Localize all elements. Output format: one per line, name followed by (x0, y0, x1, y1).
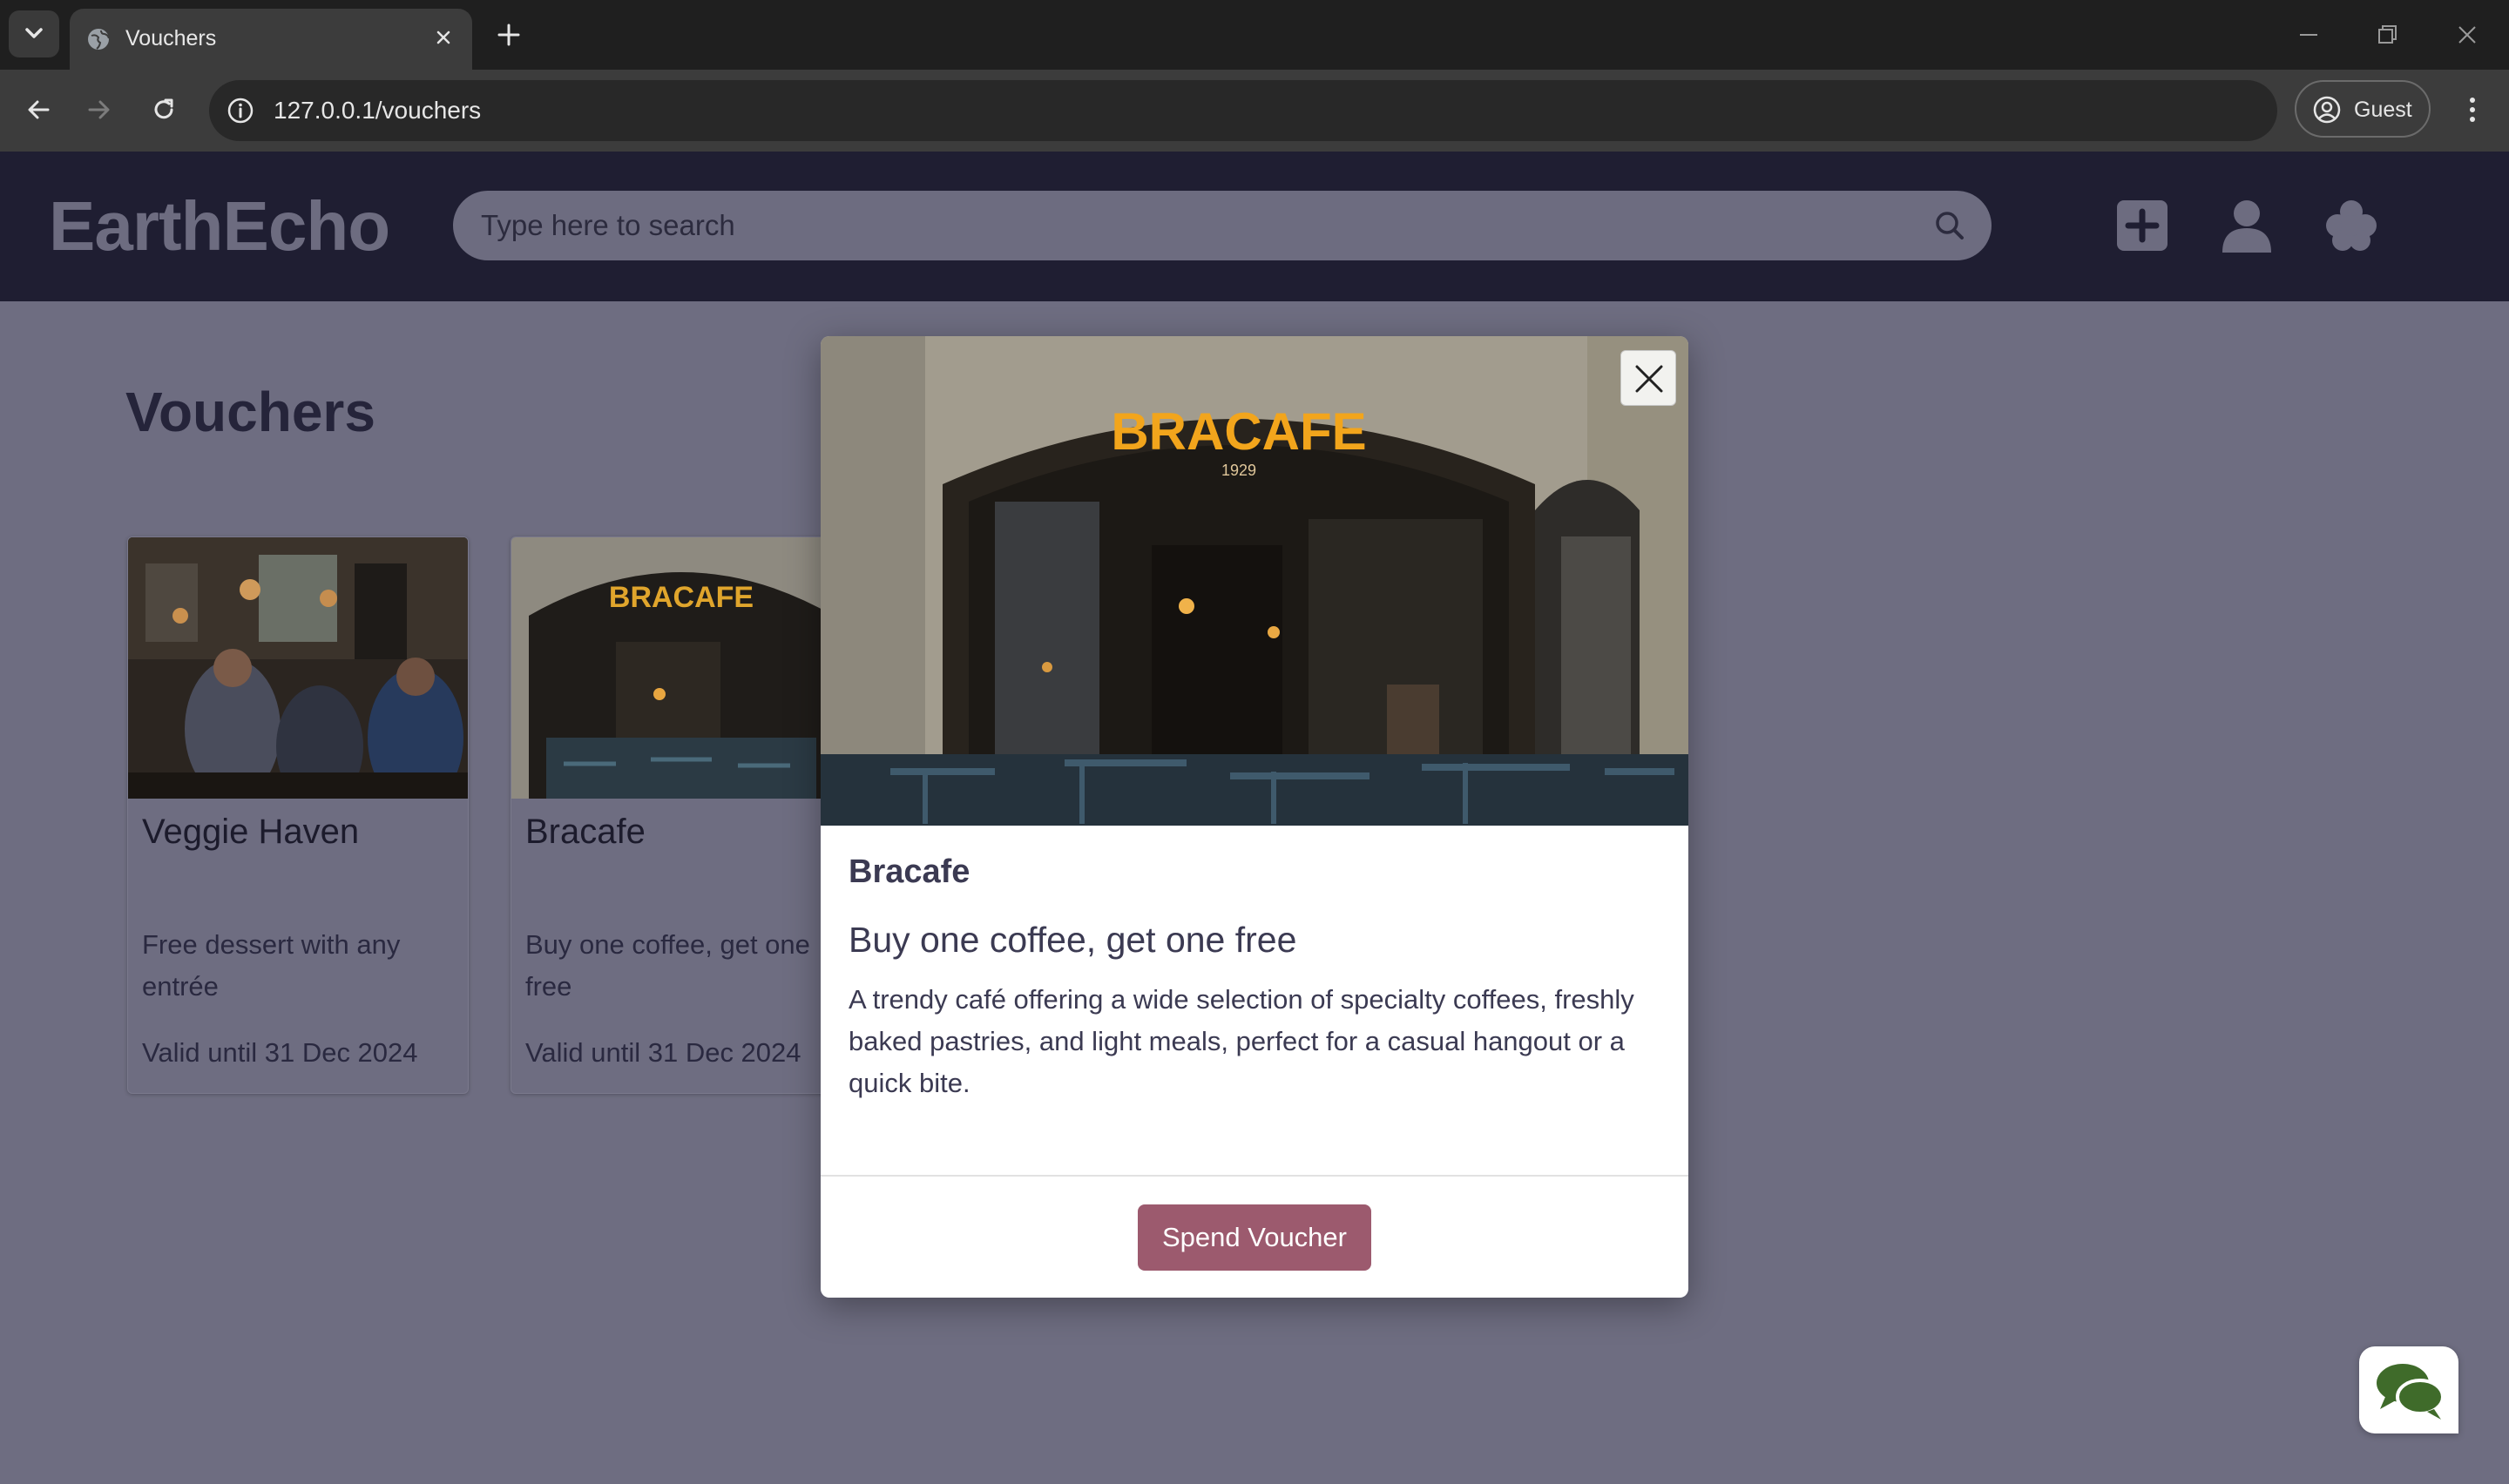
restore-icon[interactable] (2370, 17, 2404, 52)
minimize-icon[interactable] (2291, 17, 2326, 52)
cafe-sign-year: 1929 (1221, 462, 1256, 479)
voucher-card[interactable]: BRACAFE Bracafe Buy one coffee, get one … (511, 536, 852, 1094)
profile-icon (2313, 96, 2341, 124)
chat-icon (2377, 1364, 2445, 1420)
reload-icon[interactable] (146, 92, 181, 127)
search-input[interactable] (481, 191, 1875, 260)
spend-voucher-button[interactable]: Spend Voucher (1138, 1204, 1371, 1271)
card-offer: Free dessert with any entrée (142, 929, 401, 1002)
close-tab-icon[interactable] (430, 24, 456, 51)
search-icon[interactable] (1932, 208, 1967, 243)
close-window-icon[interactable] (2450, 17, 2485, 52)
browser-menu-icon[interactable] (2455, 92, 2490, 127)
browser-toolbar: 127.0.0.1/vouchers Guest (0, 70, 2509, 152)
voucher-card[interactable]: Veggie Haven Free dessert with any entré… (127, 536, 469, 1094)
chat-button[interactable] (2359, 1346, 2458, 1433)
forward-arrow-icon[interactable] (82, 92, 117, 127)
site-info-icon[interactable] (225, 95, 256, 126)
close-icon (1635, 365, 1663, 393)
address-bar[interactable]: 127.0.0.1/vouchers (209, 80, 2277, 141)
cafe-storefront-photo: BRACAFE 1929 (821, 336, 1688, 826)
card-offer: Buy one coffee, get one free (525, 929, 810, 1002)
profile-button[interactable]: Guest (2295, 80, 2431, 138)
chevron-down-icon (25, 28, 43, 38)
modal-title: Bracafe (849, 853, 970, 890)
globe-icon (88, 29, 110, 50)
modal-description: A trendy café offering a wide selection … (849, 984, 1634, 1098)
close-button[interactable] (1620, 350, 1676, 406)
browser-tab-strip: Vouchers (0, 0, 2509, 70)
voucher-modal: BRACAFE 1929 Bracafe Buy one coffee, get… (821, 336, 1688, 1298)
brand-logo[interactable]: EarthEcho (49, 186, 390, 266)
page-title: Vouchers (125, 381, 375, 443)
modal-offer: Buy one coffee, get one free (849, 920, 1297, 960)
plus-square-icon[interactable] (2113, 197, 2171, 254)
cafe-sign-text: BRACAFE (609, 581, 754, 614)
card-validity: Valid until 31 Dec 2024 (525, 1037, 801, 1068)
tab-title: Vouchers (125, 26, 217, 51)
new-tab-icon[interactable] (491, 17, 526, 52)
profile-label: Guest (2354, 98, 2412, 122)
card-title: Bracafe (525, 813, 646, 851)
back-arrow-icon[interactable] (21, 92, 56, 127)
tab-search-button[interactable] (9, 10, 59, 57)
app-header: EarthEcho (0, 152, 2509, 301)
url-text: 127.0.0.1/vouchers (274, 97, 482, 124)
search-bar (453, 191, 1992, 260)
clover-icon[interactable] (2323, 197, 2380, 254)
card-title: Veggie Haven (142, 813, 360, 851)
user-icon[interactable] (2218, 197, 2276, 254)
modal-divider (821, 1175, 1688, 1177)
cafe-photo: BRACAFE (511, 537, 851, 799)
restaurant-photo (128, 537, 468, 799)
card-validity: Valid until 31 Dec 2024 (142, 1037, 418, 1068)
cafe-sign-text: BRACAFE (1111, 402, 1366, 461)
browser-tab-active[interactable]: Vouchers (70, 9, 472, 70)
